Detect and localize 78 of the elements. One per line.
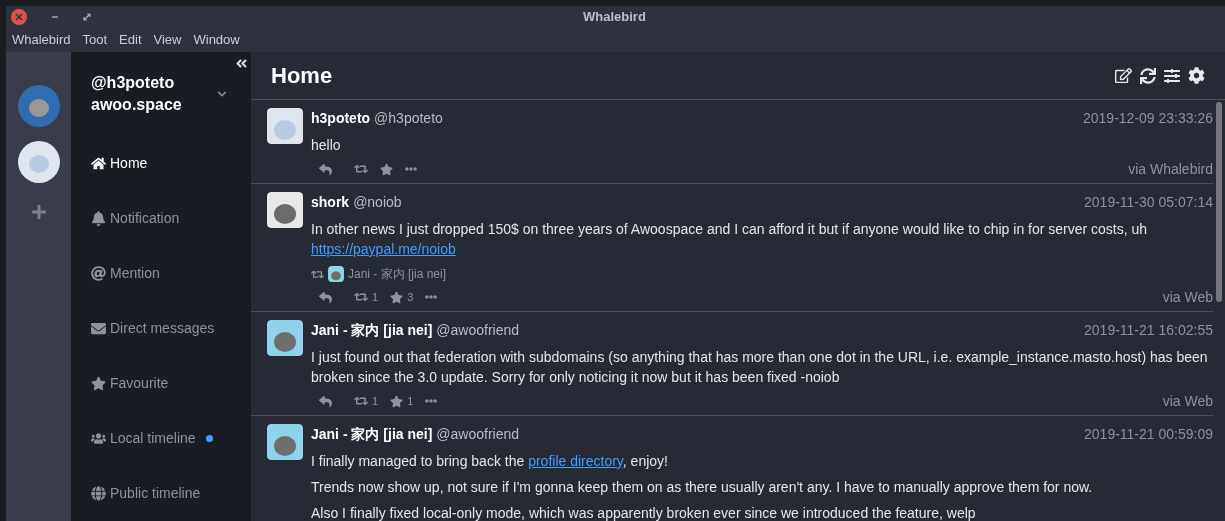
user-handle[interactable]: @h3poteto xyxy=(374,108,443,129)
collapse-icon[interactable] xyxy=(235,57,248,70)
favourite-count: 3 xyxy=(407,289,414,305)
nav-item[interactable]: Local timeline xyxy=(71,411,251,466)
chevron-down-icon[interactable] xyxy=(217,89,227,99)
close-button[interactable] xyxy=(11,9,27,25)
user-handle[interactable]: @noiob xyxy=(353,192,402,213)
favourite-count: 1 xyxy=(407,393,414,409)
add-account-icon[interactable] xyxy=(30,204,47,220)
nav-item[interactable]: Mention xyxy=(71,246,251,301)
via-client: via Web xyxy=(1162,391,1213,411)
display-name[interactable]: h3poteto xyxy=(311,108,371,129)
account-handle: @h3poteto xyxy=(91,73,176,93)
reply-icon[interactable] xyxy=(319,394,332,408)
retweet-icon[interactable] xyxy=(354,394,368,408)
account-domain: awoo.space xyxy=(91,95,183,115)
retweet-icon[interactable] xyxy=(354,162,368,176)
star-icon xyxy=(91,376,106,391)
post-text: I finally managed to bring back the profile directory, enjoy! xyxy=(311,452,669,471)
post-time[interactable]: 2019-11-30 05:07:14 xyxy=(1084,192,1213,213)
account-avatar[interactable] xyxy=(16,140,61,184)
star-icon[interactable] xyxy=(390,394,404,408)
user-avatar[interactable] xyxy=(267,192,303,228)
account-avatar[interactable] xyxy=(16,84,61,128)
user-avatar[interactable] xyxy=(267,424,303,460)
post-text: hello xyxy=(311,136,342,155)
bell-icon xyxy=(91,211,106,226)
display-name[interactable]: Jani - 家内 [jia nei] xyxy=(311,320,433,341)
post-time[interactable]: 2019-11-21 00:59:09 xyxy=(1084,424,1213,445)
at-icon xyxy=(91,266,106,281)
settings-icon[interactable] xyxy=(1188,67,1205,84)
reload-icon[interactable] xyxy=(1140,67,1156,84)
page-title: Home xyxy=(271,62,334,90)
menu-item[interactable]: View xyxy=(153,30,182,50)
window-title: Whalebird xyxy=(583,8,646,27)
post-text: Trends now show up, not sure if I'm gonna keep them on as there usually aren't any. I have to manually approve them for now. xyxy=(311,478,1094,497)
compose-icon[interactable] xyxy=(1115,67,1132,84)
display-name[interactable]: Jani - 家内 [jia nei] xyxy=(311,424,433,445)
nav-item[interactable]: Notification xyxy=(71,191,251,246)
users-icon xyxy=(91,431,106,446)
menu-item[interactable]: Toot xyxy=(82,30,108,50)
retweet-icon[interactable] xyxy=(354,290,368,304)
user-avatar[interactable] xyxy=(328,266,344,282)
nav-item[interactable]: Home xyxy=(71,136,251,191)
star-icon[interactable] xyxy=(380,162,393,176)
user-handle[interactable]: @awoofriend xyxy=(436,320,520,341)
nav-item[interactable]: Favourite xyxy=(71,356,251,411)
maximize-icon[interactable] xyxy=(83,13,91,21)
reply-icon[interactable] xyxy=(319,290,332,304)
star-icon[interactable] xyxy=(390,290,404,304)
display-name[interactable]: shork xyxy=(311,192,350,213)
scrollbar-thumb[interactable] xyxy=(1216,102,1222,302)
nav-item[interactable]: Public timeline xyxy=(71,466,251,521)
user-handle[interactable]: @awoofriend xyxy=(436,424,520,445)
link[interactable]: https://paypal.me/noiob xyxy=(311,241,456,257)
via-client: via Web xyxy=(1162,287,1213,307)
envelope-icon xyxy=(91,321,106,336)
reblog-count: 1 xyxy=(372,393,379,409)
post-text: I just found out that federation with subdomains (so anything that has more than one dot in the URL, i.e. example_instance.masto.host) has been broken since the 3.0 update. Sorry for only noticing it now but it has been fixed -noiob xyxy=(311,348,1209,387)
sliders-icon[interactable] xyxy=(1164,67,1180,84)
close-icon xyxy=(15,13,23,21)
post-text: In other news I just dropped 150$ on three years of Awoospace and I can afford it but if anyone would like to chip in for server costs, uh https://paypal.me/noiob xyxy=(311,220,1149,259)
link[interactable]: profile directory xyxy=(528,453,623,469)
reply-icon[interactable] xyxy=(319,162,332,176)
nav-item[interactable]: Direct messages xyxy=(71,301,251,356)
post-text: Also I finally fixed local-only mode, which was apparently broken ever since we introduced the feature, welp xyxy=(311,504,977,521)
post-time[interactable]: 2019-11-21 16:02:55 xyxy=(1084,320,1213,341)
reblogged-by[interactable]: Jani - 家内 [jia nei] xyxy=(348,265,447,283)
menu-item[interactable]: Whalebird xyxy=(12,30,71,50)
via-client: via Whalebird xyxy=(1128,159,1213,179)
minimize-icon[interactable] xyxy=(51,13,59,21)
reblog-count: 1 xyxy=(372,289,379,305)
globe-icon xyxy=(91,486,106,501)
menu-item[interactable]: Edit xyxy=(119,30,142,50)
post-time[interactable]: 2019-12-09 23:33:26 xyxy=(1083,108,1213,129)
menu-item[interactable]: Window xyxy=(193,30,240,50)
user-avatar[interactable] xyxy=(267,320,303,356)
home-icon xyxy=(91,156,106,171)
